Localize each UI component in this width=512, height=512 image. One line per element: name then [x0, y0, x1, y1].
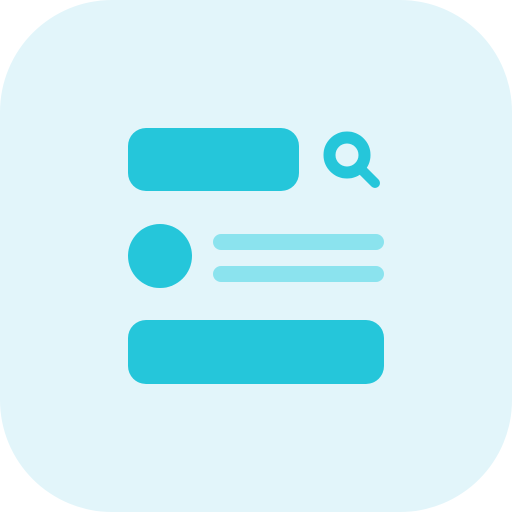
- text-line-bottom: [213, 266, 384, 282]
- button-bar-shape: [128, 320, 384, 384]
- magnifying-glass-icon: [323, 131, 380, 188]
- avatar-circle: [128, 224, 192, 288]
- app-icon-tile: [0, 0, 512, 512]
- text-line-top: [213, 234, 384, 250]
- search-bar-shape: [128, 128, 299, 191]
